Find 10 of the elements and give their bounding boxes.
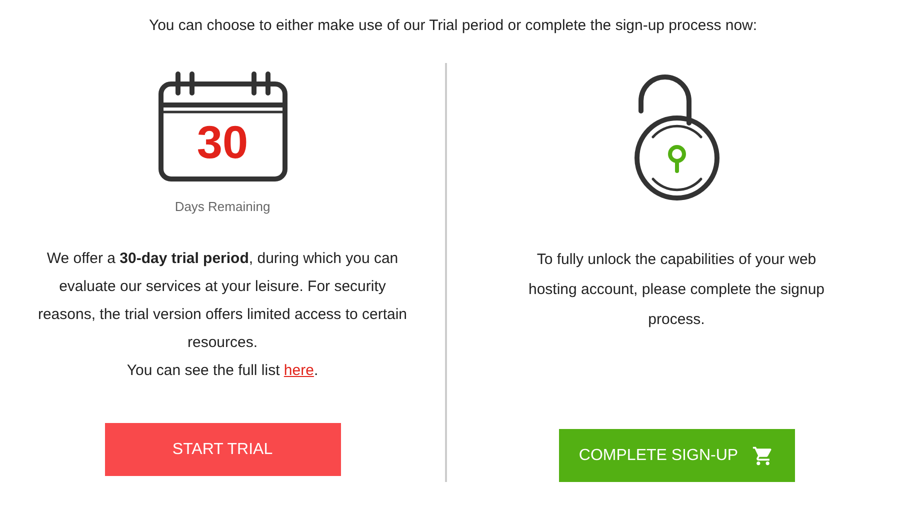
here-link[interactable]: here — [284, 362, 314, 379]
days-remaining-label: Days Remaining — [174, 199, 270, 214]
trial-description: We offer a 30-day trial period, during which you can evaluate our services at your leisure. For security reasons, the trial version offers limited access to certain resources. — [38, 249, 408, 353]
signup-description: To fully unlock the capabilities of your web hosting account, please complete the signup process. — [527, 250, 826, 330]
complete-sign-up-button[interactable]: COMPLETE SIGN-UP — [558, 429, 794, 482]
calendar-icon — [158, 71, 288, 183]
day-count: 30 — [196, 117, 248, 167]
start-trial-button[interactable]: START TRIAL — [104, 423, 340, 476]
intro-text: You can choose to either make use of our Trial period or complete the sign-up process now: — [148, 17, 758, 34]
full-list-note: You can see the full list here. — [126, 361, 318, 381]
